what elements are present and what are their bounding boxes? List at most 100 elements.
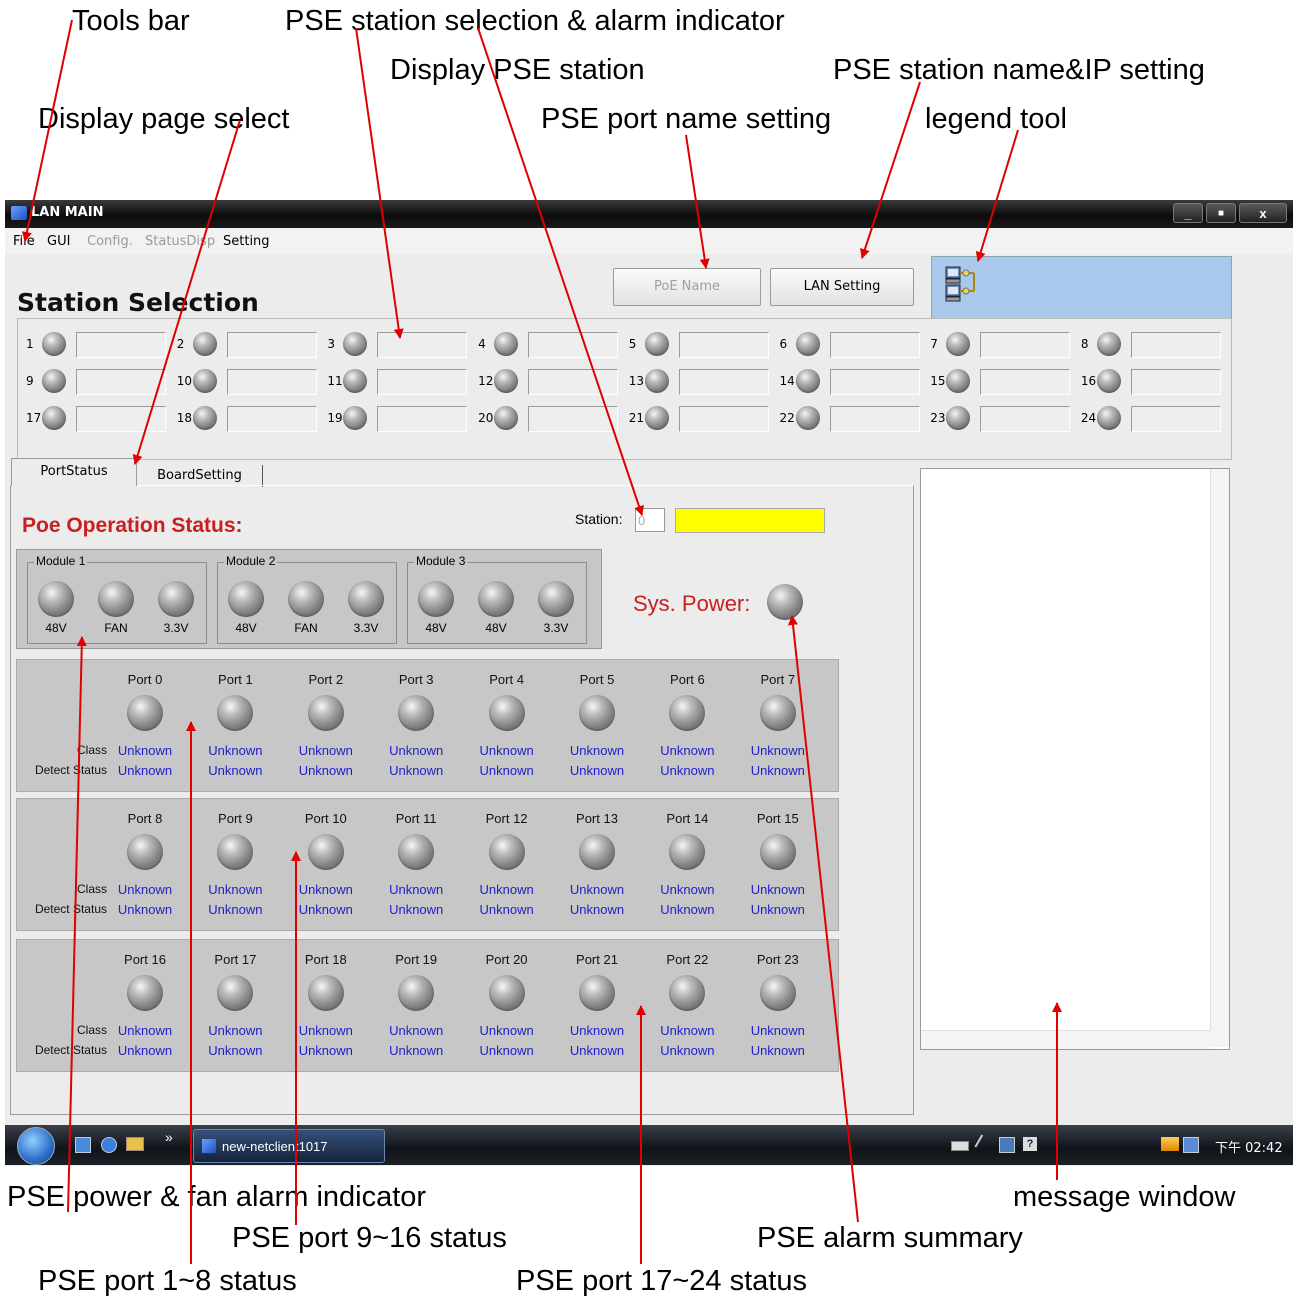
detect-status-row-label: Detect Status <box>34 763 107 777</box>
module-indicator-label: 48V <box>485 621 507 635</box>
station-alarm-indicator[interactable] <box>42 406 66 430</box>
port-name-label: Port 4 <box>489 672 524 687</box>
port-class-value: Unknown <box>479 743 534 758</box>
station-select-box[interactable] <box>678 369 769 395</box>
port-class-value: Unknown <box>750 882 805 897</box>
port-name-label: Port 23 <box>756 952 799 967</box>
restore-button[interactable]: ■ <box>1206 203 1236 223</box>
station-alarm-indicator[interactable] <box>494 406 519 430</box>
station-select-box[interactable] <box>678 406 769 432</box>
station-select-box[interactable] <box>76 369 166 395</box>
legend-computer-icon[interactable] <box>944 265 980 305</box>
station-alarm-indicator[interactable] <box>494 369 519 393</box>
station-select-box[interactable] <box>1130 406 1221 432</box>
station-select-box[interactable] <box>980 332 1071 358</box>
station-select-box[interactable] <box>829 406 920 432</box>
station-alarm-indicator[interactable] <box>795 332 820 356</box>
station-select-box[interactable] <box>1130 369 1221 395</box>
station-select-box[interactable] <box>377 369 468 395</box>
tools-tray-icon[interactable] <box>974 1134 994 1154</box>
menu-setting[interactable]: Setting <box>223 234 270 249</box>
station-number-label: 15 <box>930 374 946 388</box>
message-scrollbar[interactable] <box>1210 469 1229 1047</box>
station-alarm-indicator[interactable] <box>343 406 368 430</box>
poe-name-button[interactable]: PoE Name <box>613 268 761 306</box>
media-player-icon[interactable] <box>101 1137 117 1153</box>
station-select-box[interactable] <box>76 332 166 358</box>
help-tray-icon[interactable]: ? <box>1023 1137 1037 1151</box>
clock[interactable]: 下午 02:42 <box>1215 1137 1283 1156</box>
station-alarm-indicator[interactable] <box>795 369 820 393</box>
language-tray-icon[interactable] <box>999 1137 1015 1153</box>
station-select-box[interactable] <box>829 332 920 358</box>
station-select-box[interactable] <box>528 332 619 358</box>
station-alarm-indicator[interactable] <box>192 369 217 393</box>
port-class-value: Unknown <box>569 743 625 758</box>
message-window[interactable] <box>920 468 1230 1050</box>
station-alarm-indicator[interactable] <box>192 406 217 430</box>
port-name-label: Port 0 <box>127 672 163 687</box>
station-alarm-indicator[interactable] <box>946 369 971 393</box>
station-alarm-indicator[interactable] <box>644 369 669 393</box>
start-button[interactable] <box>17 1127 55 1165</box>
station-alarm-indicator[interactable] <box>42 369 66 393</box>
lan-setting-button[interactable]: LAN Setting <box>770 268 914 306</box>
port-class-value: Unknown <box>569 1023 625 1038</box>
station-select-box[interactable] <box>377 332 468 358</box>
callout-power-fan-alarm: PSE power & fan alarm indicator <box>7 1181 427 1213</box>
station-select-box[interactable] <box>377 406 468 432</box>
menu-statusdisp[interactable]: StatusDisp <box>145 234 215 249</box>
station-alarm-indicator[interactable] <box>42 332 66 356</box>
module-alarm-indicator <box>38 581 74 617</box>
port-name-label: Port 11 <box>395 811 437 826</box>
network-tray-icon[interactable] <box>1161 1137 1179 1151</box>
station-select-box[interactable] <box>980 369 1071 395</box>
folder-icon[interactable] <box>126 1137 144 1151</box>
keyboard-tray-icon[interactable] <box>951 1141 969 1151</box>
station-select-box[interactable] <box>829 369 920 395</box>
taskbar-app-button[interactable]: new-netclient1017 <box>193 1129 385 1163</box>
station-alarm-indicator[interactable] <box>946 406 971 430</box>
message-hscrollbar[interactable] <box>921 1030 1211 1049</box>
station-select-box[interactable] <box>226 332 317 358</box>
port-class-value: Unknown <box>479 1023 534 1038</box>
station-alarm-indicator[interactable] <box>1096 369 1121 393</box>
port-status-indicator <box>307 695 344 731</box>
station-alarm-indicator[interactable] <box>1096 332 1121 356</box>
station-select-box[interactable] <box>678 332 769 358</box>
station-alarm-indicator[interactable] <box>795 406 820 430</box>
station-alarm-indicator[interactable] <box>343 332 368 356</box>
station-select-box[interactable] <box>76 406 166 432</box>
station-alarm-indicator[interactable] <box>644 406 669 430</box>
quicklaunch-overflow[interactable]: » <box>165 1129 173 1145</box>
station-select-box[interactable] <box>528 369 619 395</box>
port-detect-value: Unknown <box>660 763 715 778</box>
station-alarm-indicator[interactable] <box>343 369 368 393</box>
station-select-box[interactable] <box>226 369 317 395</box>
station-alarm-indicator[interactable] <box>644 332 669 356</box>
menu-gui[interactable]: GUI <box>47 234 70 249</box>
port-status-indicator <box>488 834 525 870</box>
port-status-indicator <box>127 975 163 1011</box>
monitor-tray-icon[interactable] <box>1183 1137 1199 1153</box>
tab-board-setting[interactable]: BoardSetting <box>137 465 263 487</box>
module-group: Module 3 48V 48V 3.3V <box>407 554 587 644</box>
port-name-label: Port 9 <box>218 811 253 826</box>
port-class-value: Unknown <box>389 1023 444 1038</box>
station-alarm-indicator[interactable] <box>1096 406 1121 430</box>
show-desktop-icon[interactable] <box>75 1137 91 1153</box>
port-name-label: Port 16 <box>124 952 166 967</box>
tab-port-status[interactable]: PortStatus <box>11 458 137 486</box>
station-alarm-indicator[interactable] <box>192 332 217 356</box>
menu-file[interactable]: File <box>13 234 35 249</box>
minimize-button[interactable]: _ <box>1173 203 1203 223</box>
station-select-box[interactable] <box>226 406 317 432</box>
station-alarm-indicator[interactable] <box>494 332 519 356</box>
station-alarm-indicator[interactable] <box>946 332 971 356</box>
station-number-field[interactable]: 0 <box>635 508 665 532</box>
station-select-box[interactable] <box>1130 332 1221 358</box>
menu-config[interactable]: Config. <box>87 234 133 249</box>
station-select-box[interactable] <box>528 406 619 432</box>
station-select-box[interactable] <box>980 406 1071 432</box>
close-button[interactable]: x <box>1239 203 1287 223</box>
